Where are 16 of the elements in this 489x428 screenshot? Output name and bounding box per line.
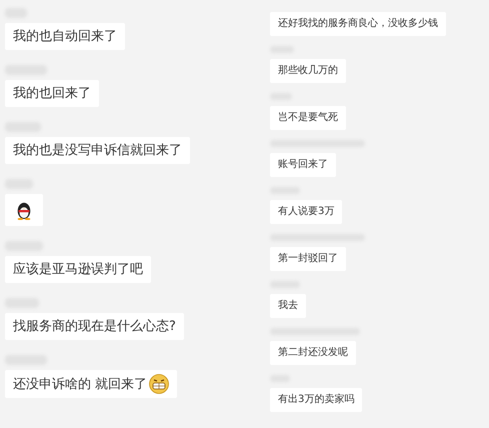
message-bubble: 还好我找的服务商良心，没收多少钱 <box>270 12 446 36</box>
message-bubble: 我的也回来了 <box>5 80 99 107</box>
message-bubble: 第一封驳回了 <box>270 247 346 271</box>
message-bubble: 有出3万的卖家吗 <box>270 388 362 412</box>
message-bubble: 我去 <box>270 294 306 318</box>
message-bubble: 我的也是没写申诉信就回来了 <box>5 137 190 164</box>
message-bubble: 第二封还没发呢 <box>270 341 356 365</box>
message-bubble: 找服务商的现在是什么心态? <box>5 313 184 340</box>
message-bubble: 应该是亚马逊误判了吧 <box>5 256 151 283</box>
message-bubble: 还没申诉啥的 就回来了 <box>5 370 178 398</box>
message-bubble: 账号回来了 <box>270 153 336 177</box>
message-bubble: 我的也自动回来了 <box>5 23 125 50</box>
message-bubble: 有人说要3万 <box>270 200 342 224</box>
penguin-icon <box>15 200 33 220</box>
message-bubble: 岂不是要气死 <box>270 106 346 130</box>
message-bubble: 那些收几万的 <box>270 59 346 83</box>
